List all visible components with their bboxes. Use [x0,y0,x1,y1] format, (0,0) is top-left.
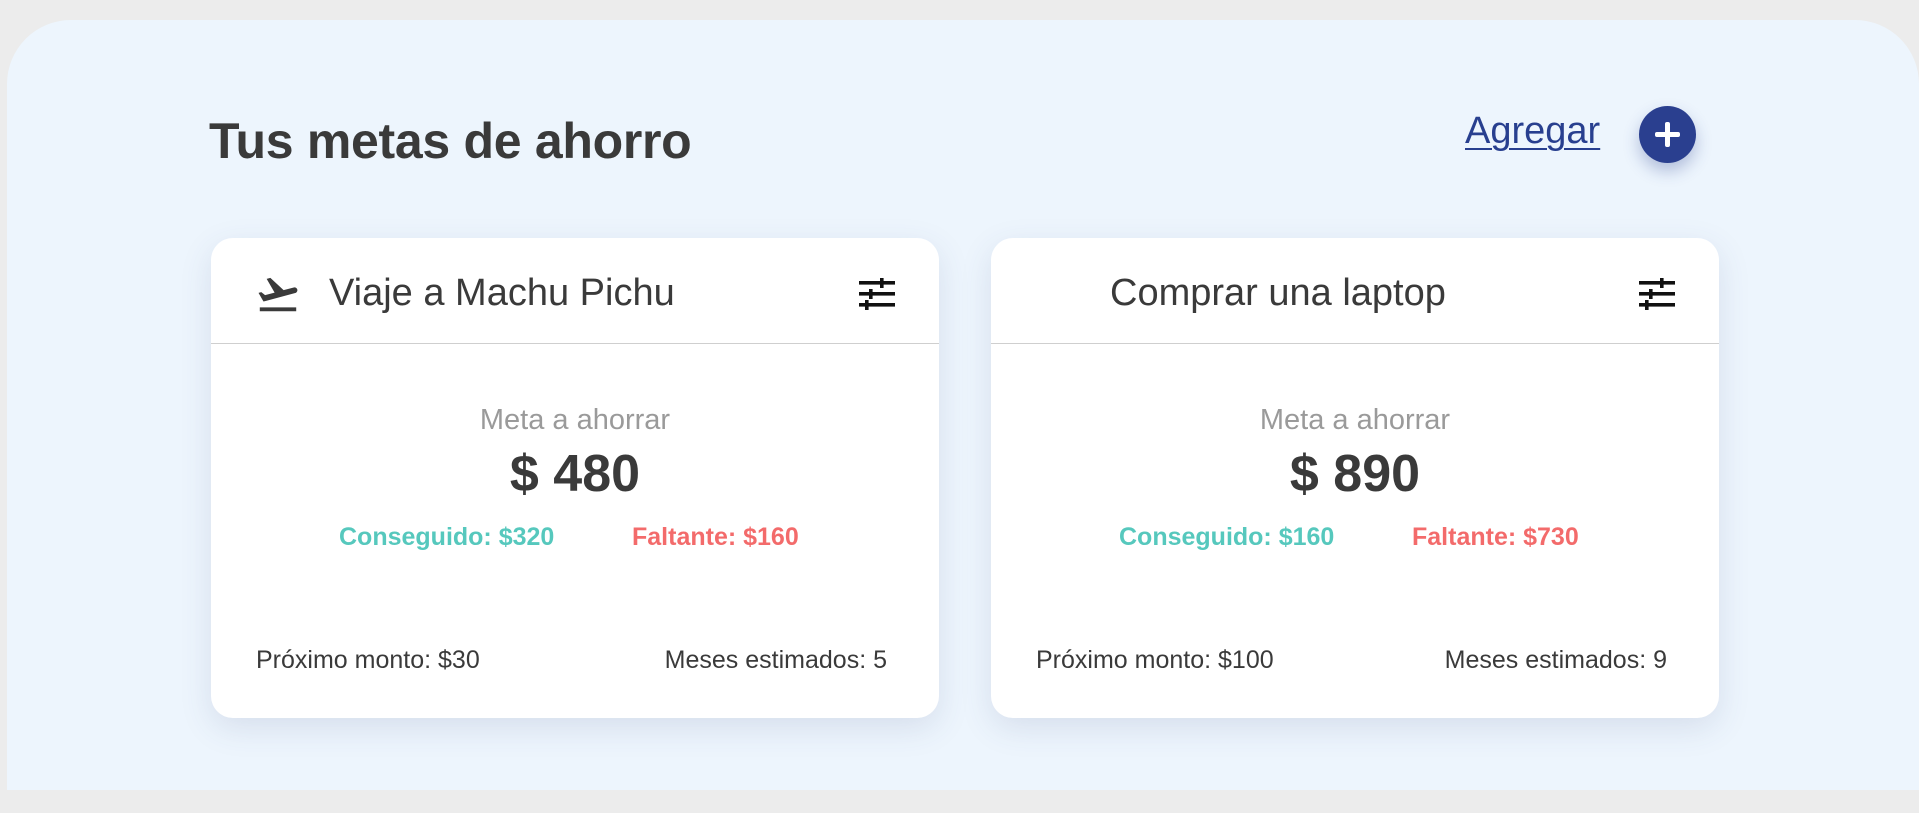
goal-card: Viaje a Machu Pichu Meta a ahorrar $ 480… [211,238,939,718]
add-goal-button[interactable] [1639,106,1696,163]
goal-label: Meta a ahorrar [479,404,671,436]
airplane-departure-icon [258,277,298,312]
next-amount: Próximo monto: $100 [1036,646,1274,674]
settings-sliders-icon[interactable] [1639,278,1675,310]
achieved-amount: Conseguido: $320 [339,523,555,551]
goal-card: Comprar una laptop Meta a ahorrar $ 890 … [991,238,1719,718]
achieved-amount: Conseguido: $160 [1119,523,1335,551]
goal-title: Viaje a Machu Pichu [329,272,675,314]
goal-card-header: Comprar una laptop [991,238,1719,344]
goal-amount: $ 890 [1289,445,1421,503]
estimated-months: Meses estimados: 5 [664,646,887,674]
page-title: Tus metas de ahorro [209,113,692,169]
goal-card-header: Viaje a Machu Pichu [211,238,939,344]
savings-goals-panel: Tus metas de ahorro Agregar Viaje a Mach… [7,20,1919,790]
goal-title: Comprar una laptop [1110,272,1446,314]
missing-amount: Faltante: $160 [632,523,799,551]
goal-label: Meta a ahorrar [1259,404,1451,436]
plus-icon [1655,122,1680,147]
next-amount: Próximo monto: $30 [256,646,480,674]
missing-amount: Faltante: $730 [1412,523,1579,551]
estimated-months: Meses estimados: 9 [1444,646,1667,674]
add-goal-link[interactable]: Agregar [1465,110,1600,153]
settings-sliders-icon[interactable] [859,278,895,310]
goal-amount: $ 480 [509,445,641,503]
